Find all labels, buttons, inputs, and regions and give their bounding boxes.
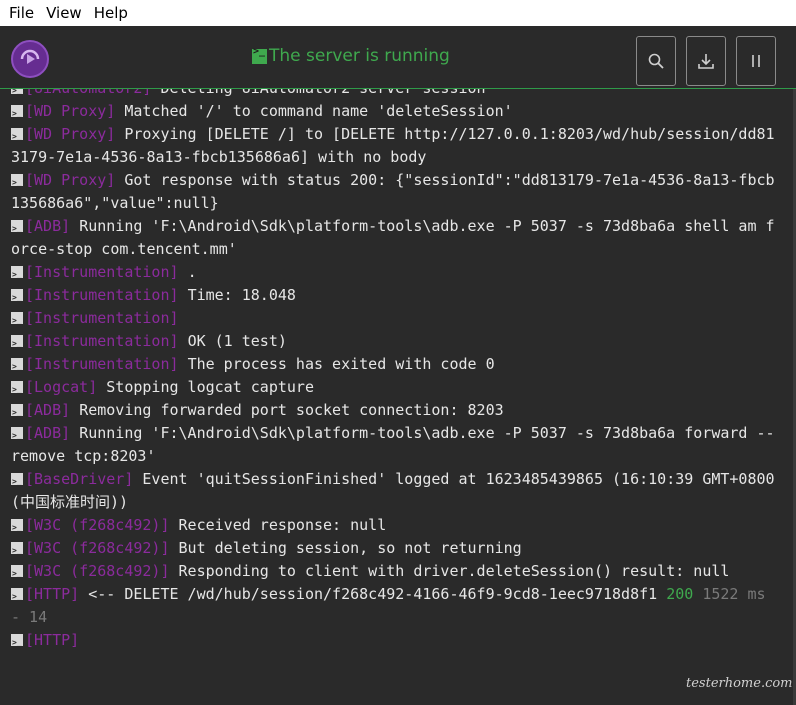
terminal-icon	[252, 46, 267, 64]
log-tag: [ADB]	[25, 217, 71, 235]
log-message: The process has exited with code 0	[187, 355, 495, 373]
log-line: [W3C (f268c492)] Received response: null	[11, 514, 776, 539]
terminal-icon	[11, 171, 23, 194]
terminal-icon	[11, 217, 23, 240]
log-tag: [Instrumentation]	[25, 332, 179, 350]
log-message: <-- DELETE /wd/hub/session/f268c492-4166…	[88, 585, 658, 603]
terminal-icon	[11, 125, 23, 148]
server-status: The server is running	[252, 46, 450, 66]
log-tag: [BaseDriver]	[25, 470, 134, 488]
log-line: [ADB] Running 'F:\Android\Sdk\platform-t…	[11, 215, 776, 261]
log-output[interactable]: [UiAutomator2] Deleting UiAutomator2 ser…	[0, 83, 796, 681]
log-tag: [HTTP]	[25, 585, 80, 603]
log-line: [Instrumentation] OK (1 test)	[11, 330, 776, 355]
http-status-code: 200	[666, 585, 694, 603]
log-line: [HTTP]	[11, 629, 776, 654]
menu-help[interactable]: Help	[91, 4, 137, 22]
terminal-icon	[11, 470, 23, 493]
terminal-icon	[11, 539, 23, 562]
log-tag: [W3C (f268c492)]	[25, 562, 170, 580]
log-line: [Instrumentation] .	[11, 261, 776, 286]
log-line: [Logcat] Stopping logcat capture	[11, 376, 776, 401]
log-tag: [Instrumentation]	[25, 286, 179, 304]
terminal-icon	[11, 631, 23, 654]
log-tag: [WD Proxy]	[25, 102, 116, 120]
menu-file[interactable]: File	[6, 4, 43, 22]
log-tag: [HTTP]	[25, 631, 80, 649]
log-line: [WD Proxy] Proxying [DELETE /] to [DELET…	[11, 123, 776, 169]
terminal-icon	[11, 401, 23, 424]
log-message: OK (1 test)	[187, 332, 287, 350]
search-icon	[648, 53, 664, 69]
appium-logo-icon	[11, 40, 49, 78]
menu-view[interactable]: View	[43, 4, 91, 22]
log-tag: [W3C (f268c492)]	[25, 539, 170, 557]
watermark: testerhome.com	[686, 676, 793, 691]
log-message: Matched '/' to command name 'deleteSessi…	[124, 102, 513, 120]
log-line: [HTTP] <-- DELETE /wd/hub/session/f268c4…	[11, 583, 776, 629]
log-tag: [Instrumentation]	[25, 263, 179, 281]
log-tag: [WD Proxy]	[25, 171, 116, 189]
log-line: [W3C (f268c492)] Responding to client wi…	[11, 560, 776, 585]
log-tag: [WD Proxy]	[25, 125, 116, 143]
log-tag: [Logcat]	[25, 378, 98, 396]
log-message: Stopping logcat capture	[106, 378, 314, 396]
log-line: [ADB] Running 'F:\Android\Sdk\platform-t…	[11, 422, 776, 468]
log-message: Running 'F:\Android\Sdk\platform-tools\a…	[11, 217, 775, 258]
terminal-icon	[11, 286, 23, 309]
log-line: [WD Proxy] Matched '/' to command name '…	[11, 100, 776, 125]
log-message: Received response: null	[178, 516, 387, 534]
terminal-icon	[11, 585, 23, 608]
terminal-icon	[11, 516, 23, 539]
download-icon	[698, 54, 714, 69]
log-tag: [Instrumentation]	[25, 355, 179, 373]
log-message: Responding to client with driver.deleteS…	[178, 562, 730, 580]
log-tag: [W3C (f268c492)]	[25, 516, 170, 534]
terminal-icon	[11, 263, 23, 286]
log-line: [BaseDriver] Event 'quitSessionFinished'…	[11, 468, 776, 514]
log-tag: [ADB]	[25, 401, 71, 419]
terminal-icon	[11, 332, 23, 355]
menu-bar: File View Help	[0, 0, 796, 26]
terminal-icon	[11, 102, 23, 125]
terminal-icon	[11, 355, 23, 378]
log-message: Time: 18.048	[187, 286, 296, 304]
log-line: [W3C (f268c492)] But deleting session, s…	[11, 537, 776, 562]
log-message: Proxying [DELETE /] to [DELETE http://12…	[11, 125, 775, 166]
terminal-icon	[11, 378, 23, 401]
log-message: Running 'F:\Android\Sdk\platform-tools\a…	[11, 424, 775, 465]
server-header: The server is running	[0, 26, 796, 89]
pause-icon	[752, 55, 760, 67]
server-status-text: The server is running	[269, 46, 450, 66]
log-message: But deleting session, so not returning	[178, 539, 522, 557]
download-logs-button[interactable]	[686, 36, 726, 86]
log-message: .	[187, 263, 197, 281]
log-tag: [Instrumentation]	[25, 309, 179, 327]
log-line: [ADB] Removing forwarded port socket con…	[11, 399, 776, 424]
bottom-bar	[0, 681, 796, 705]
log-message: Got response with status 200: {"sessionI…	[11, 171, 775, 212]
log-tag: [ADB]	[25, 424, 71, 442]
log-message: Removing forwarded port socket connectio…	[79, 401, 504, 419]
terminal-icon	[11, 424, 23, 447]
terminal-icon	[11, 562, 23, 585]
terminal-icon	[11, 309, 23, 332]
pause-server-button[interactable]	[736, 36, 776, 86]
log-line: [Instrumentation]	[11, 307, 776, 332]
log-line: [Instrumentation] Time: 18.048	[11, 284, 776, 309]
log-line: [Instrumentation] The process has exited…	[11, 353, 776, 378]
search-logs-button[interactable]	[636, 36, 676, 86]
log-line: [WD Proxy] Got response with status 200:…	[11, 169, 776, 215]
